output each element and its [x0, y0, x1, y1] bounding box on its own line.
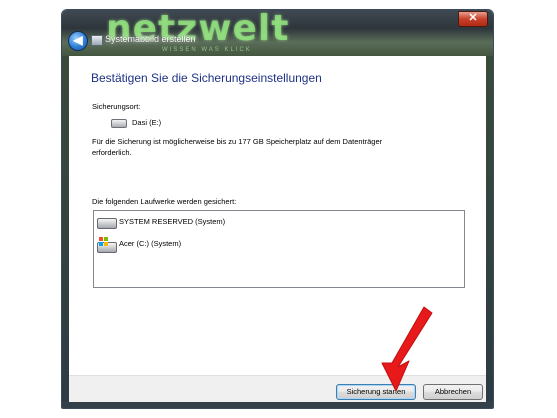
window-frame-bottom: [62, 401, 493, 408]
drives-list[interactable]: SYSTEM RESERVED (System) Acer (C:) (Syst…: [93, 210, 465, 288]
close-button[interactable]: ✕: [458, 11, 488, 27]
backup-location-label: Sicherungsort:: [92, 102, 141, 111]
window-frame-left: [62, 56, 69, 408]
close-icon: ✕: [468, 12, 478, 24]
destination-drive-label: Dasi (E:): [132, 118, 162, 127]
hard-drive-icon: [111, 119, 127, 128]
drive-label: Acer (C:) (System): [119, 239, 182, 248]
page-heading: Bestätigen Sie die Sicherungseinstellung…: [91, 71, 322, 85]
drive-label: SYSTEM RESERVED (System): [119, 217, 226, 226]
window-frame-right: [486, 56, 493, 408]
windows-logo-icon: [99, 237, 108, 246]
hard-drive-icon: [97, 218, 117, 229]
back-button[interactable]: ◀: [68, 31, 88, 51]
netzwelt-watermark-subtitle: WISSEN WAS KLICK: [162, 47, 252, 53]
back-arrow-icon: ◀: [73, 33, 83, 47]
annotation-arrow-icon: [381, 306, 433, 392]
drives-list-label: Die folgenden Laufwerke werden gesichert…: [92, 197, 237, 206]
space-info-text: Für die Sicherung ist möglicherweise bis…: [92, 137, 383, 157]
list-item[interactable]: SYSTEM RESERVED (System): [97, 216, 457, 232]
backup-app-icon: [91, 35, 103, 46]
list-item[interactable]: Acer (C:) (System): [97, 237, 457, 254]
window-title: Systemabbild erstellen: [105, 34, 196, 44]
